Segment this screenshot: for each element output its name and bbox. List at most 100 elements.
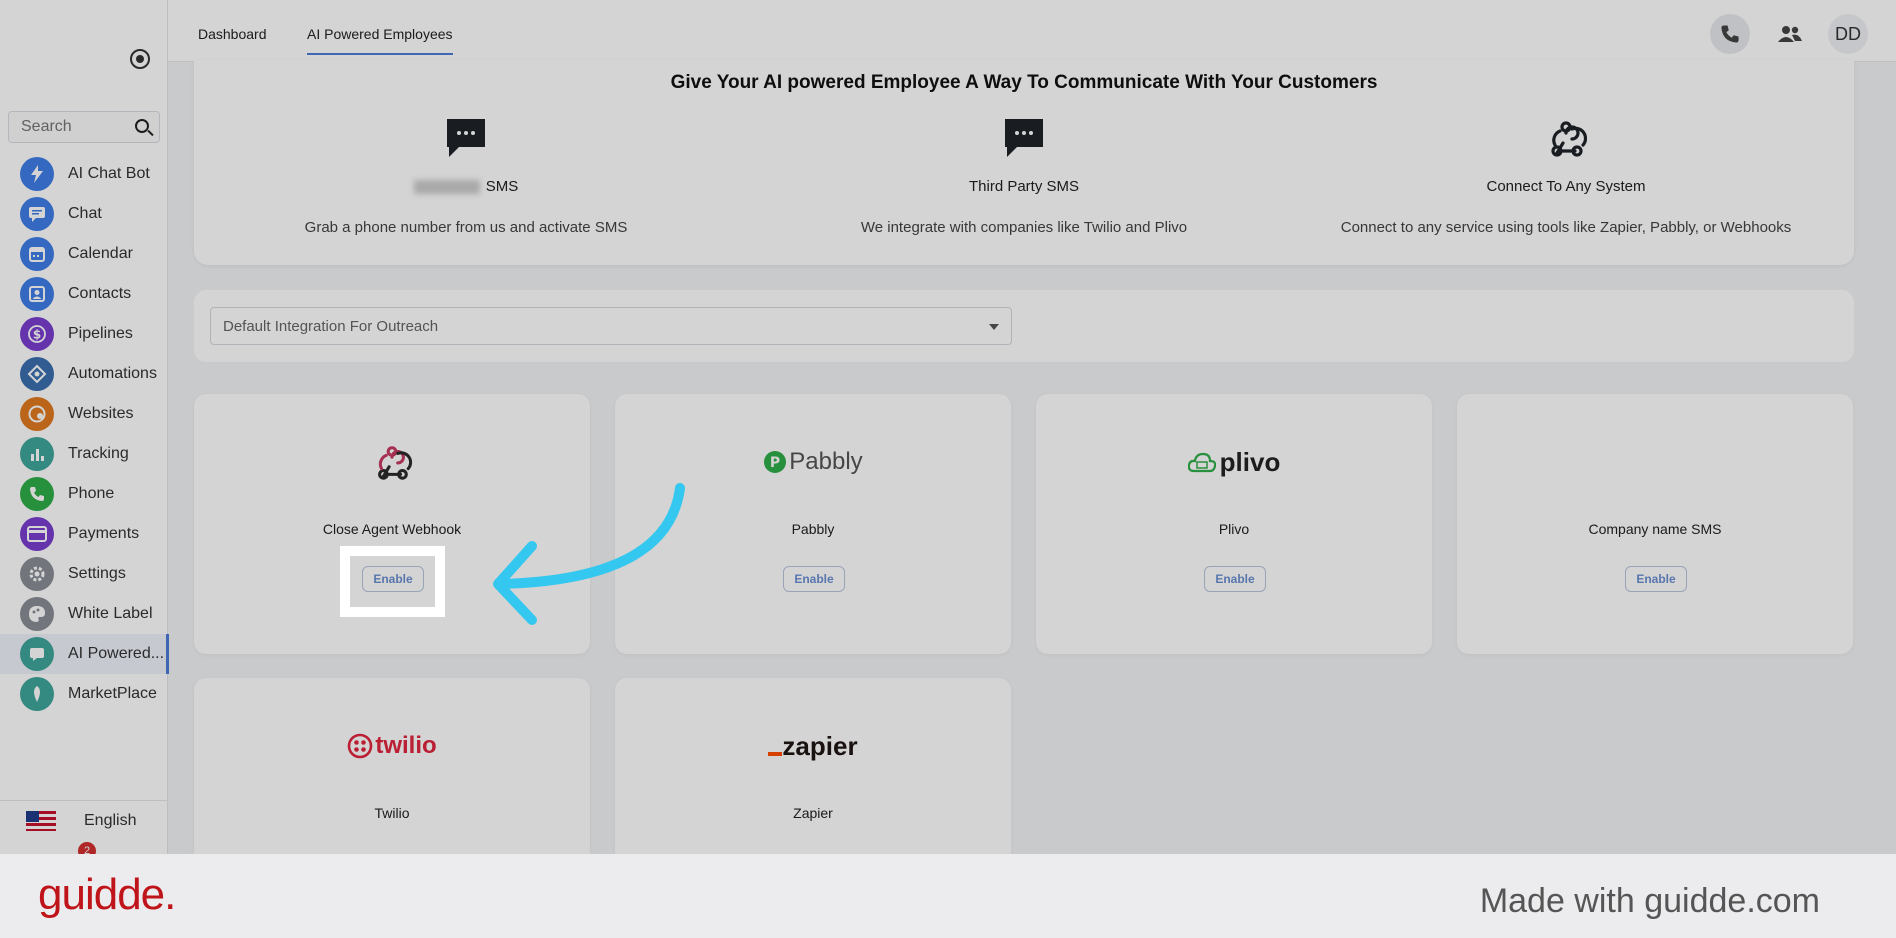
- sidebar-item-label: Calendar: [68, 245, 133, 262]
- dollar-icon: $: [20, 317, 54, 351]
- integration-card-company-sms: Company name SMS Enable: [1457, 394, 1853, 654]
- option-title: SMS: [196, 178, 736, 198]
- language-label: English: [84, 811, 137, 829]
- us-flag-icon: [26, 810, 56, 831]
- phone-icon: [20, 477, 54, 511]
- option-description: Connect to any service using tools like …: [1340, 219, 1792, 236]
- svg-text:$: $: [33, 328, 41, 342]
- message-icon: [444, 116, 488, 160]
- sidebar-item-pipelines[interactable]: $ Pipelines: [0, 314, 168, 354]
- contacts-icon: [20, 277, 54, 311]
- option-connect-any-system[interactable]: Connect To Any System Connect to any ser…: [1296, 116, 1836, 236]
- marketplace-icon: [20, 677, 54, 711]
- communication-options-card: Give Your AI powered Employee A Way To C…: [194, 60, 1854, 265]
- gear-icon: [20, 557, 54, 591]
- language-selector[interactable]: English: [0, 800, 168, 840]
- sidebar-item-label: White Label: [68, 605, 153, 622]
- integration-card-plivo: plivo Plivo Enable: [1036, 394, 1432, 654]
- chat-bubble-icon: [20, 637, 54, 671]
- top-header: Dashboard AI Powered Employees DD: [168, 0, 1896, 62]
- guidde-logo: guidde.: [38, 870, 176, 919]
- chat-icon: [20, 197, 54, 231]
- message-icon: [1002, 116, 1046, 160]
- sidebar-item-phone[interactable]: Phone: [0, 474, 168, 514]
- sidebar-item-label: AI Chat Bot: [68, 165, 150, 182]
- sidebar-item-label: Settings: [68, 565, 126, 582]
- option-sms[interactable]: SMS Grab a phone number from us and acti…: [196, 116, 736, 236]
- sidebar-item-label: Phone: [68, 485, 115, 502]
- option-title: Third Party SMS: [968, 178, 1080, 195]
- bar-chart-icon: [20, 437, 54, 471]
- sidebar-item-ai-powered-employees[interactable]: AI Powered...: [0, 634, 169, 674]
- tab-ai-powered-employees[interactable]: AI Powered Employees: [307, 26, 453, 55]
- sidebar-item-calendar[interactable]: Calendar: [0, 234, 168, 274]
- sidebar-item-label: Pipelines: [68, 325, 133, 342]
- integration-name: Twilio: [374, 805, 410, 821]
- sidebar-item-websites[interactable]: Websites: [0, 394, 168, 434]
- integration-name: Plivo: [1218, 521, 1250, 537]
- enable-button-pabbly[interactable]: Enable: [783, 566, 845, 592]
- default-integration-select[interactable]: Default Integration For Outreach: [210, 307, 1012, 345]
- cloud-icon: [1187, 452, 1216, 473]
- enable-button-plivo[interactable]: Enable: [1204, 566, 1266, 592]
- integration-name: Zapier: [793, 805, 833, 821]
- default-integration-card: Default Integration For Outreach: [194, 290, 1854, 362]
- sidebar-item-label: MarketPlace: [68, 685, 157, 702]
- zapier-logo: zapier: [615, 726, 1011, 766]
- sidebar-item-marketplace[interactable]: MarketPlace: [0, 674, 168, 714]
- phone-call-button[interactable]: [1710, 14, 1750, 54]
- sidebar-item-automations[interactable]: Automations: [0, 354, 168, 394]
- palette-icon: [20, 597, 54, 631]
- sidebar-item-label: Automations: [68, 365, 157, 382]
- sidebar-item-ai-chat-bot[interactable]: AI Chat Bot: [0, 154, 168, 194]
- people-icon: [1778, 26, 1802, 42]
- sidebar-item-settings[interactable]: Settings: [0, 554, 168, 594]
- made-with-text: Made with guidde.com: [1479, 882, 1820, 920]
- avatar[interactable]: DD: [1828, 14, 1868, 54]
- svg-text:P: P: [770, 455, 780, 471]
- phone-icon: [1721, 25, 1739, 43]
- sidebar: AI Chat Bot Chat Calendar Contacts $ Pip…: [0, 0, 169, 854]
- sidebar-item-chat[interactable]: Chat: [0, 194, 168, 234]
- sidebar-item-label: AI Powered...: [68, 645, 165, 662]
- option-description: We integrate with companies like Twilio …: [860, 219, 1188, 236]
- blurred-brand-name: [413, 180, 480, 195]
- tutorial-arrow-icon: [493, 483, 685, 625]
- integration-card-twilio: twilio Twilio: [194, 678, 590, 878]
- option-title: Connect To Any System: [1486, 178, 1646, 195]
- sidebar-item-white-label[interactable]: White Label: [0, 594, 168, 634]
- search-input[interactable]: [9, 112, 119, 142]
- sidebar-item-payments[interactable]: Payments: [0, 514, 168, 554]
- sidebar-item-label: Chat: [68, 205, 102, 222]
- sidebar-item-label: Websites: [68, 405, 134, 422]
- integration-name: Company name SMS: [1588, 521, 1722, 537]
- twilio-icon: [348, 733, 373, 759]
- communication-title: Give Your AI powered Employee A Way To C…: [670, 72, 1378, 93]
- option-description: Grab a phone number from us and activate…: [304, 219, 628, 236]
- search-icon[interactable]: [135, 119, 149, 133]
- chevron-down-icon: [989, 324, 999, 330]
- automation-icon: [20, 357, 54, 391]
- plivo-logo: plivo: [1036, 442, 1432, 482]
- tab-dashboard[interactable]: Dashboard: [198, 26, 267, 42]
- sidebar-item-contacts[interactable]: Contacts: [0, 274, 168, 314]
- sidebar-item-label: Payments: [68, 525, 140, 542]
- select-value: Default Integration For Outreach: [223, 317, 439, 335]
- sidebar-toggle-icon[interactable]: [130, 49, 150, 69]
- search-box[interactable]: [8, 111, 160, 143]
- enable-button-company-sms[interactable]: Enable: [1625, 566, 1687, 592]
- zapier-underscore-icon: [768, 752, 783, 756]
- calendar-icon: [20, 237, 54, 271]
- option-third-party-sms[interactable]: Third Party SMS We integrate with compan…: [754, 116, 1294, 236]
- tutorial-highlight-box: [340, 546, 445, 617]
- guidde-footer: guidde. Made with guidde.com: [0, 854, 1896, 938]
- webhook-icon: [1544, 116, 1588, 160]
- sidebar-nav: AI Chat Bot Chat Calendar Contacts $ Pip…: [0, 154, 169, 714]
- sidebar-item-label: Contacts: [68, 285, 132, 302]
- team-button[interactable]: [1770, 14, 1810, 54]
- sidebar-item-tracking[interactable]: Tracking: [0, 434, 168, 474]
- twilio-logo: twilio: [194, 726, 590, 766]
- card-icon: [20, 517, 54, 551]
- pabbly-icon: P: [764, 451, 787, 473]
- integration-card-zapier: zapier Zapier: [615, 678, 1011, 878]
